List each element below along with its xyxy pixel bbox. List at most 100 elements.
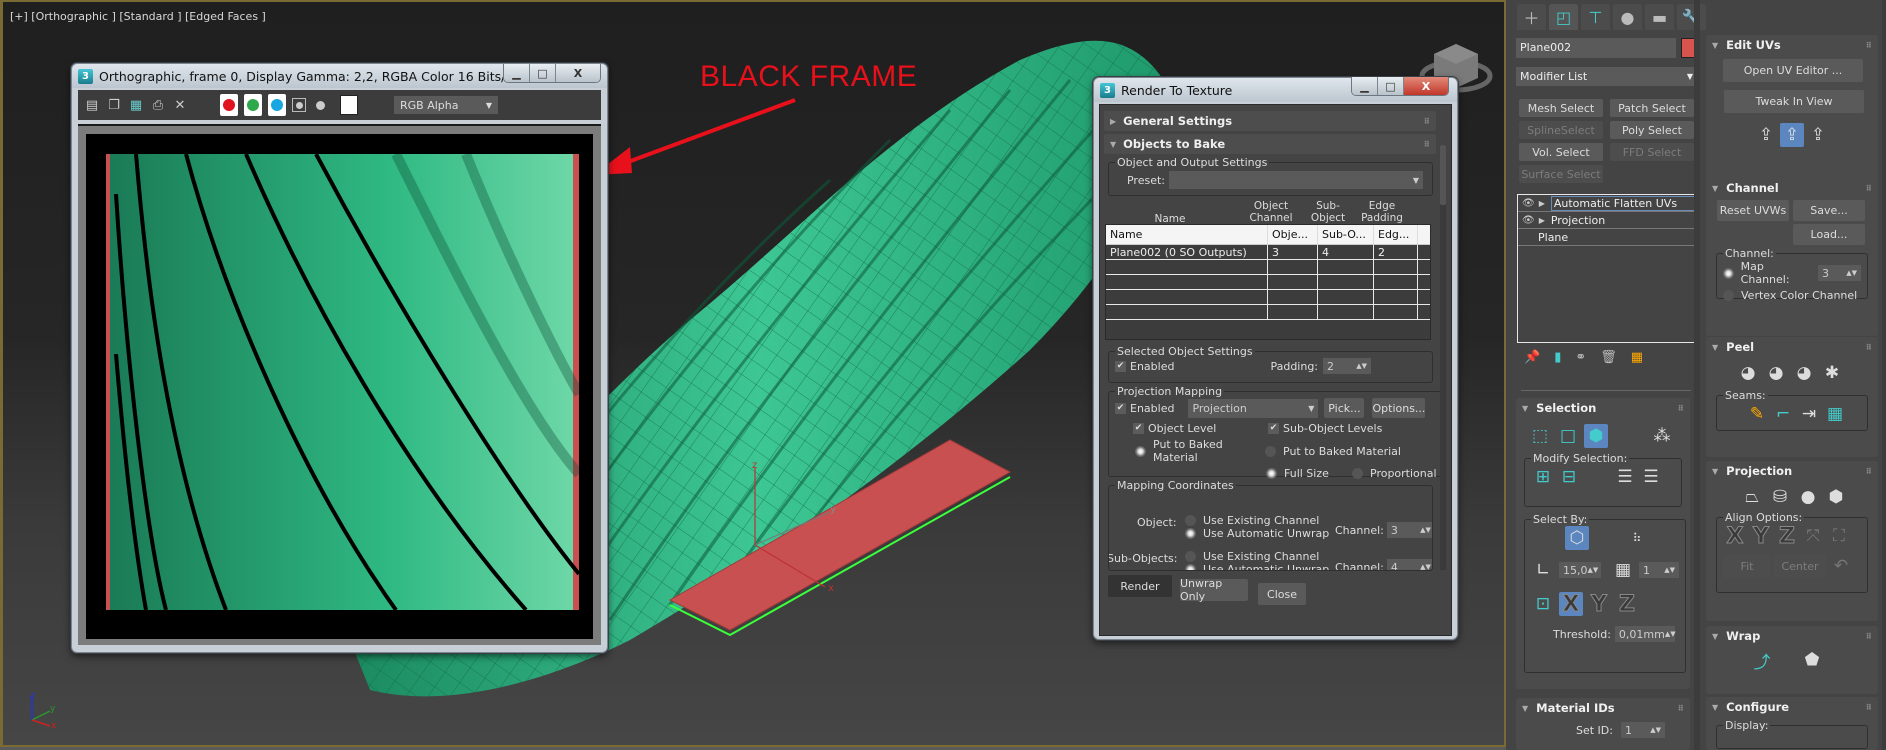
- show-end-result-icon[interactable]: ▮: [1554, 350, 1561, 365]
- stack-item[interactable]: 👁 ▶ Projection: [1518, 212, 1697, 229]
- table-row[interactable]: [1106, 305, 1430, 320]
- maximize-button[interactable]: □: [530, 64, 556, 82]
- minimize-button[interactable]: ▁: [504, 64, 530, 82]
- planar-map-options-icon[interactable]: ⇪: [1806, 123, 1830, 147]
- loop-selection-icon[interactable]: ☰: [1613, 465, 1637, 489]
- column-sub-object-channel[interactable]: Sub-O...: [1318, 225, 1374, 244]
- copy-icon[interactable]: ❐: [106, 97, 122, 113]
- monochrome-icon[interactable]: [312, 97, 328, 113]
- select-by-path-icon[interactable]: ⠷: [1625, 526, 1649, 550]
- object-name-field[interactable]: Plane002: [1516, 38, 1676, 58]
- projection-enabled-checkbox[interactable]: ✔: [1115, 402, 1126, 414]
- save-uvs-button[interactable]: Save...: [1793, 200, 1865, 221]
- unwrap-only-button[interactable]: Unwrap Only: [1180, 577, 1248, 603]
- align-z-button[interactable]: Z: [1775, 523, 1799, 549]
- sub-channel-spinner[interactable]: 4 ▲▼: [1386, 559, 1432, 570]
- blue-channel-toggle[interactable]: [268, 94, 286, 116]
- collapse-icon[interactable]: ▼: [1712, 632, 1718, 641]
- view-align-icon[interactable]: ⛶: [1827, 524, 1851, 548]
- create-tab[interactable]: ＋: [1517, 4, 1546, 30]
- options-button[interactable]: Options...: [1372, 398, 1426, 418]
- center-button[interactable]: Center: [1774, 554, 1826, 578]
- polygon-mode-icon[interactable]: ⬢: [1584, 424, 1608, 448]
- minimize-button[interactable]: ▁: [1352, 77, 1378, 95]
- collapse-icon[interactable]: ▼: [1522, 404, 1528, 413]
- column-edge-padding[interactable]: Edg...: [1374, 225, 1418, 244]
- point-to-point-seams-icon[interactable]: ⌐: [1771, 402, 1795, 426]
- rendered-frame-window[interactable]: 3 Orthographic, frame 0, Display Gamma: …: [71, 63, 608, 653]
- tweak-in-view-button[interactable]: Tweak In View: [1724, 90, 1864, 113]
- open-uv-editor-button[interactable]: Open UV Editor ...: [1723, 59, 1863, 82]
- best-align-icon[interactable]: ⤧: [1801, 524, 1825, 548]
- object-auto-unwrap-radio[interactable]: [1185, 528, 1196, 539]
- map-channel-spinner[interactable]: 3 ▲▼: [1818, 265, 1861, 281]
- table-row[interactable]: [1106, 290, 1430, 305]
- table-row[interactable]: [1106, 260, 1430, 275]
- padding-spinner[interactable]: 2 ▲▼: [1323, 358, 1372, 374]
- enabled-checkbox[interactable]: ✔: [1115, 360, 1126, 372]
- hierarchy-tab[interactable]: ⊤: [1581, 4, 1610, 30]
- make-unique-icon[interactable]: ⚭: [1575, 350, 1586, 365]
- close-dialog-button[interactable]: Close: [1258, 583, 1306, 605]
- planar-map-icon[interactable]: ⏢: [1740, 485, 1764, 509]
- pick-button[interactable]: Pick...: [1324, 398, 1365, 418]
- set-id-spinner[interactable]: 1 ▲▼: [1620, 722, 1665, 738]
- quick-peel-icon[interactable]: ⇪: [1780, 123, 1804, 147]
- clear-icon[interactable]: ✕: [172, 97, 188, 113]
- selection-title[interactable]: Selection: [1536, 401, 1596, 415]
- grow-spinner[interactable]: 1 ▲▼: [1639, 562, 1679, 578]
- modifier-button-mesh-select[interactable]: Mesh Select: [1519, 99, 1603, 117]
- spline-map-icon[interactable]: ⤴: [1750, 648, 1774, 673]
- modifier-button-poly-select[interactable]: Poly Select: [1610, 121, 1694, 139]
- sub-auto-unwrap-radio[interactable]: [1185, 564, 1196, 570]
- grow-selection-icon[interactable]: ⊞: [1531, 465, 1555, 489]
- vertex-mode-icon[interactable]: ⬚: [1528, 424, 1552, 448]
- sub-existing-radio[interactable]: [1185, 551, 1196, 562]
- table-row[interactable]: Plane002 (0 SO Outputs) 3 4 2: [1106, 245, 1430, 260]
- table-row[interactable]: [1106, 275, 1430, 290]
- clone-icon[interactable]: ▦: [128, 97, 144, 113]
- collapse-icon[interactable]: ▼: [1712, 41, 1718, 50]
- modifier-button-surface-select[interactable]: Surface Select: [1519, 165, 1603, 183]
- reset-gizmo-icon[interactable]: ↶: [1829, 554, 1853, 578]
- select-by-smoothing-icon[interactable]: ▦: [1611, 558, 1635, 582]
- preset-dropdown[interactable]: ▼: [1169, 171, 1423, 189]
- mirror-selection-icon[interactable]: ⊡: [1531, 592, 1555, 616]
- peel-title[interactable]: Peel: [1726, 340, 1754, 354]
- cylindrical-map-icon[interactable]: ⛁: [1768, 485, 1792, 509]
- green-channel-toggle[interactable]: [244, 94, 262, 116]
- edit-uvs-title[interactable]: Edit UVs: [1726, 38, 1781, 52]
- rollout-objects-to-bake[interactable]: ▼ Objects to Bake ⠿: [1104, 134, 1436, 154]
- material-ids-title[interactable]: Material IDs: [1536, 701, 1615, 715]
- quick-planar-map-icon[interactable]: ⇪: [1754, 123, 1778, 147]
- mirror-z-button[interactable]: Z: [1615, 591, 1639, 617]
- full-size-radio[interactable]: [1266, 468, 1277, 479]
- channel-title[interactable]: Channel: [1726, 181, 1779, 195]
- collapse-icon[interactable]: ▼: [1712, 703, 1718, 712]
- align-x-button[interactable]: X: [1723, 523, 1747, 549]
- viewport-label-menu[interactable]: [+] [Orthographic ] [Standard ] [Edged F…: [10, 10, 266, 23]
- remove-modifier-icon[interactable]: 🗑: [1600, 350, 1617, 365]
- display-tab[interactable]: ▬: [1645, 4, 1674, 30]
- reset-peel-icon[interactable]: ◕: [1792, 361, 1816, 385]
- frame-canvas[interactable]: [78, 124, 601, 645]
- sub-put-baked-radio[interactable]: [1265, 445, 1276, 457]
- render-button[interactable]: Render: [1108, 575, 1172, 597]
- save-icon[interactable]: ▤: [84, 97, 100, 113]
- unfold-strip-icon[interactable]: ⬟: [1800, 648, 1824, 672]
- threshold-spinner[interactable]: 0,01mm ▲▼: [1614, 626, 1676, 642]
- collapse-icon[interactable]: ▼: [1522, 704, 1528, 713]
- rtt-scrollbar[interactable]: [1440, 145, 1446, 570]
- close-button[interactable]: X: [1404, 77, 1448, 95]
- expand-seams-icon[interactable]: ▦: [1823, 402, 1847, 426]
- visibility-eye-icon[interactable]: 👁: [1522, 215, 1535, 226]
- align-y-button[interactable]: Y: [1749, 523, 1773, 549]
- scrollbar-thumb[interactable]: [1440, 145, 1446, 205]
- mirror-x-button[interactable]: X: [1559, 591, 1583, 617]
- print-icon[interactable]: ⎙: [150, 97, 166, 113]
- map-channel-radio[interactable]: [1723, 267, 1734, 279]
- stack-item[interactable]: Plane: [1518, 229, 1697, 246]
- select-element-icon[interactable]: ⁂: [1650, 424, 1674, 448]
- objects-table[interactable]: Name Obje... Sub-O... Edg... Plane002 (0…: [1105, 224, 1431, 340]
- expand-icon[interactable]: ▶: [1539, 199, 1545, 208]
